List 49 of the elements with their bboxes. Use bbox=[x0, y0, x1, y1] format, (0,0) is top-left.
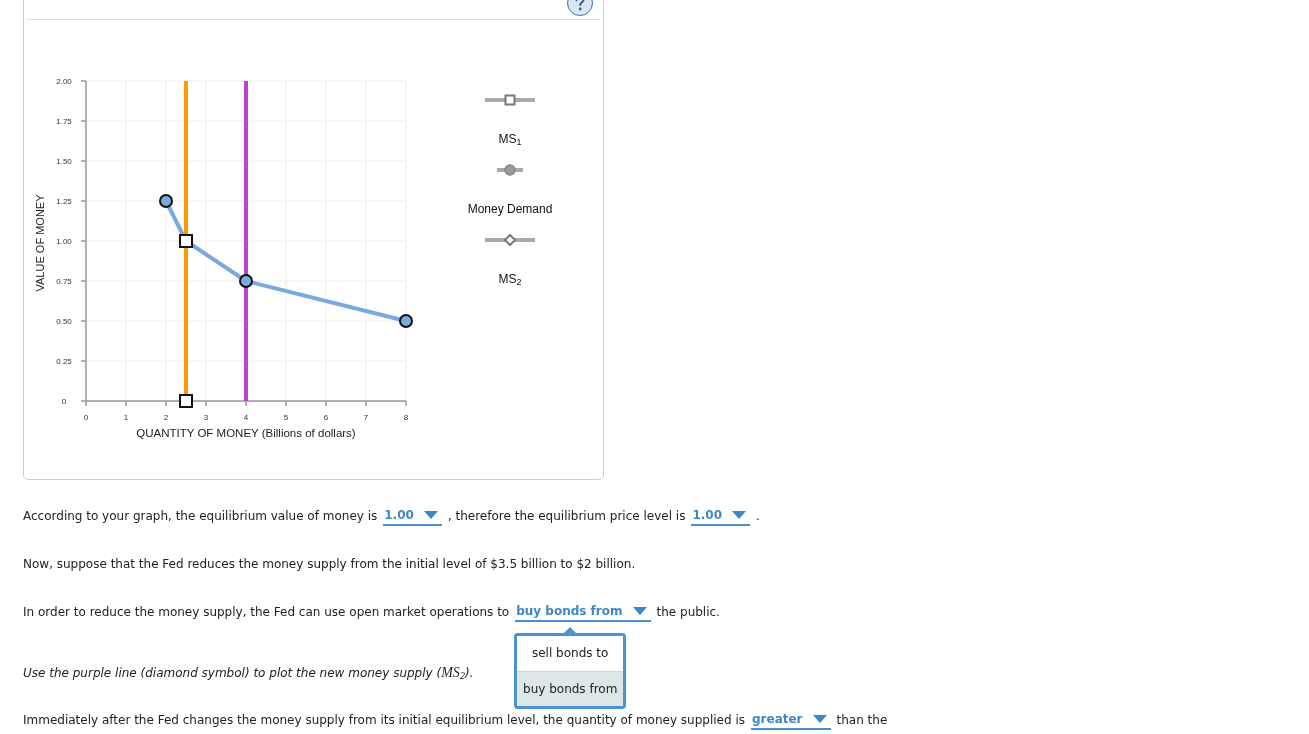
data-point bbox=[399, 314, 413, 328]
square-marker-icon[interactable] bbox=[485, 94, 535, 106]
sentence-text: the public. bbox=[656, 604, 720, 621]
axis-title: VALUE OF MONEY bbox=[34, 194, 46, 292]
caret-icon bbox=[423, 510, 438, 519]
dropdown[interactable]: buy bonds from bbox=[515, 602, 651, 622]
tick-label: 6 bbox=[323, 413, 329, 422]
tick-label: 1.00 bbox=[56, 237, 72, 246]
caret-icon bbox=[812, 714, 827, 723]
circle-marker-icon[interactable] bbox=[497, 164, 523, 176]
tick-label: 1.50 bbox=[56, 157, 72, 166]
tick-label: 2.00 bbox=[56, 77, 72, 86]
legend-label: MS$_{2}$ bbox=[498, 271, 522, 287]
sentence-text: According to your graph, the equilibrium value of money is bbox=[23, 508, 378, 525]
sentence-text: than the bbox=[836, 712, 888, 729]
dropdown[interactable]: greater bbox=[751, 710, 831, 730]
instruction-text: Use the purple line (diamond symbol) to plot the new money supply (MS$_{2}$). bbox=[23, 663, 474, 683]
tick-label: 1 bbox=[123, 413, 129, 422]
sentence-text: Now, suppose that the Fed reduces the money supply from the initial level of $3.5 billion to $2 billion. bbox=[23, 556, 636, 573]
sentence-text: In order to reduce the money supply, the Fed can use open market operations to bbox=[23, 604, 510, 621]
tick-label: 4 bbox=[243, 413, 249, 422]
menu-option[interactable]: buy bonds from bbox=[517, 670, 624, 706]
tick-label: 0.75 bbox=[56, 277, 72, 286]
tick-label: 5 bbox=[283, 413, 289, 422]
tick-label: 0.25 bbox=[56, 357, 72, 366]
legend-label: Money Demand bbox=[467, 201, 553, 217]
caret-icon bbox=[732, 510, 747, 519]
dropdown[interactable]: 1.00 bbox=[691, 506, 751, 526]
axis-title: QUANTITY OF MONEY (Billions of dollars) bbox=[136, 427, 356, 439]
tick-label: 0 bbox=[83, 413, 89, 422]
tick-label: 7 bbox=[363, 413, 369, 422]
tick-label: 0 bbox=[61, 397, 67, 406]
data-point bbox=[239, 274, 253, 288]
sentence-text: . bbox=[756, 508, 760, 525]
tick-label: 1.75 bbox=[56, 117, 72, 126]
tick-label: 1.25 bbox=[56, 197, 72, 206]
tick-label: 3 bbox=[203, 413, 209, 422]
diamond-marker-icon[interactable] bbox=[485, 234, 535, 246]
legend-label: MS$_{1}$ bbox=[498, 131, 522, 147]
tick-label: 8 bbox=[403, 413, 409, 422]
question-mark-icon bbox=[575, 0, 585, 11]
tick-label: 2 bbox=[163, 413, 169, 422]
sentence-text: , therefore the equilibrium price level is bbox=[447, 508, 686, 525]
caret-icon bbox=[632, 606, 647, 615]
dropdown[interactable]: 1.00 bbox=[383, 506, 442, 526]
tick-label: 0.50 bbox=[56, 317, 72, 326]
data-point bbox=[179, 394, 193, 408]
data-point bbox=[159, 194, 173, 208]
sentence-text: Immediately after the Fed changes the money supply from its initial equilibrium level, the quantity of money supplied is bbox=[23, 712, 745, 729]
